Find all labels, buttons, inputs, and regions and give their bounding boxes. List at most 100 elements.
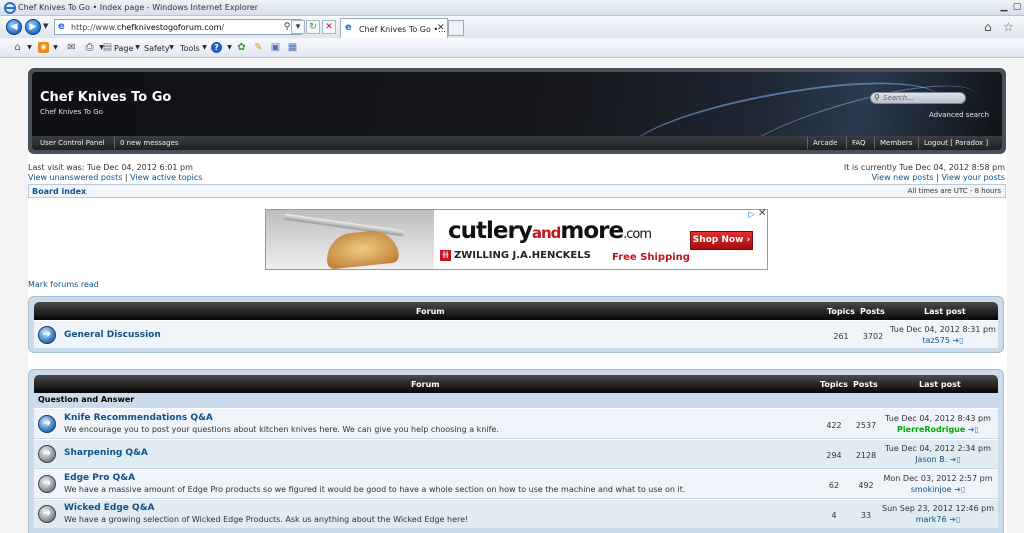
goto-post-icon[interactable]: ➜▯ bbox=[954, 485, 965, 494]
close-tab-icon[interactable]: ✕ bbox=[437, 23, 445, 33]
new-tab-button[interactable] bbox=[448, 20, 464, 36]
new-messages-link[interactable]: 0 new messages bbox=[120, 139, 178, 147]
col-posts: Posts bbox=[853, 380, 878, 389]
current-time-text: It is currently Tue Dec 04, 2012 8:58 pm bbox=[843, 163, 1005, 172]
research-icon[interactable]: ✿ bbox=[236, 42, 247, 53]
board-index-link[interactable]: Board index bbox=[32, 187, 86, 196]
tab-label: Chef Knives To Go •... bbox=[359, 25, 446, 34]
faq-link[interactable]: FAQ bbox=[852, 139, 866, 147]
forum-row: ➜ General Discussion 261 3702 Tue Dec 04… bbox=[34, 320, 998, 348]
forum-title-link[interactable]: Wicked Edge Q&A bbox=[64, 503, 155, 513]
extras-icon[interactable]: ▦ bbox=[287, 42, 298, 53]
refresh-icon[interactable]: ↻ bbox=[306, 20, 320, 34]
last-post-author[interactable]: PierreRodrigue bbox=[897, 425, 965, 434]
goto-post-icon[interactable]: ➜▯ bbox=[952, 336, 963, 345]
last-post: Mon Dec 03, 2012 2:57 pm smokinjoe ➜▯ bbox=[883, 474, 993, 494]
tab-page-icon: e bbox=[345, 22, 352, 33]
tools-dropdown-icon[interactable]: ▼ bbox=[199, 42, 210, 53]
page-menu-icon: ▤ bbox=[102, 42, 113, 53]
col-forum: Forum bbox=[411, 380, 440, 389]
quick-links-right: View new posts | View your posts bbox=[871, 173, 1005, 182]
search-box[interactable]: ⚲ Search… bbox=[870, 92, 966, 104]
minimize-icon[interactable]: ▁ bbox=[998, 2, 1010, 13]
close-ad-icon[interactable]: ✕ bbox=[758, 208, 766, 219]
adchoices-icon[interactable]: ▷ bbox=[748, 210, 755, 220]
ad-maker: ZWILLING J.A.HENCKELS bbox=[454, 250, 591, 261]
col-topics: Topics bbox=[820, 380, 848, 389]
home-dropdown-icon[interactable]: ▼ bbox=[24, 42, 35, 53]
forward-button[interactable]: ▶ bbox=[25, 19, 41, 35]
home-small-icon[interactable]: ⌂ bbox=[12, 42, 23, 53]
col-topics: Topics bbox=[827, 307, 855, 316]
logout-link[interactable]: Logout [ Paradox ] bbox=[924, 139, 988, 147]
goto-post-icon[interactable]: ➜▯ bbox=[949, 515, 960, 524]
members-link[interactable]: Members bbox=[880, 139, 912, 147]
browser-tab[interactable]: e Chef Knives To Go •... ✕ bbox=[340, 18, 448, 38]
forum-table-header: Forum Topics Posts Last post bbox=[34, 302, 998, 320]
forum-description: We encourage you to post your questions … bbox=[64, 425, 499, 434]
topics-count: 294 bbox=[826, 451, 842, 460]
quick-links-left: View unanswered posts | View active topi… bbox=[28, 173, 203, 182]
help-icon[interactable]: ? bbox=[211, 42, 222, 53]
feeds-dropdown-icon[interactable]: ▼ bbox=[50, 42, 61, 53]
shop-now-button[interactable]: Shop Now › bbox=[690, 231, 753, 250]
favorites-icon[interactable]: ☆ bbox=[1003, 20, 1014, 34]
your-posts-link[interactable]: View your posts bbox=[941, 173, 1005, 182]
last-post-author[interactable]: Jason B. bbox=[915, 455, 947, 464]
forum-arrow-icon: ➜ bbox=[38, 505, 56, 523]
maximize-icon[interactable]: ▢ bbox=[1011, 2, 1023, 13]
forum-title-link[interactable]: Knife Recommendations Q&A bbox=[64, 413, 213, 423]
addon-icon[interactable]: ▣ bbox=[270, 42, 281, 53]
address-url: http://www.chefknivestogoforum.com/ bbox=[71, 23, 225, 32]
mail-icon[interactable]: ✉ bbox=[66, 42, 77, 53]
safety-dropdown-icon[interactable]: ▼ bbox=[166, 42, 177, 53]
ad-banner[interactable]: cutleryandmore.com 卌 ZWILLING J.A.HENCKE… bbox=[265, 209, 768, 270]
pencil-icon[interactable]: ✎ bbox=[253, 42, 264, 53]
active-topics-link[interactable]: View active topics bbox=[130, 173, 202, 182]
new-posts-link[interactable]: View new posts bbox=[872, 173, 934, 182]
goto-post-icon[interactable]: ➜▯ bbox=[968, 425, 979, 434]
user-control-panel-link[interactable]: User Control Panel bbox=[40, 139, 105, 147]
last-post-author[interactable]: smokinjoe bbox=[911, 485, 952, 494]
category-title: Question and Answer bbox=[38, 395, 135, 404]
forum-arrow-icon: ➜ bbox=[38, 326, 56, 344]
ie-logo-icon bbox=[4, 2, 16, 14]
topics-count: 422 bbox=[826, 421, 842, 430]
forum-table-header: Forum Topics Posts Last post bbox=[34, 375, 998, 393]
home-icon[interactable]: ⌂ bbox=[984, 20, 992, 34]
print-icon[interactable]: ⎙ bbox=[84, 42, 95, 53]
page-dropdown-icon[interactable]: ▼ bbox=[132, 42, 143, 53]
col-last-post: Last post bbox=[919, 380, 961, 389]
mark-forums-read-link[interactable]: Mark forums read bbox=[28, 280, 99, 289]
tools-menu[interactable]: Tools bbox=[180, 44, 200, 53]
unanswered-posts-link[interactable]: View unanswered posts bbox=[28, 173, 122, 182]
page-menu[interactable]: Page bbox=[114, 44, 133, 53]
stop-icon[interactable]: ✕ bbox=[322, 20, 336, 34]
last-post: Tue Dec 04, 2012 8:43 pm PierreRodrigue … bbox=[885, 414, 991, 434]
forum-row: ➜ Edge Pro Q&A We have a massive amount … bbox=[34, 469, 998, 498]
arcade-link[interactable]: Arcade bbox=[813, 139, 837, 147]
feeds-icon[interactable]: ◉ bbox=[38, 42, 49, 53]
page-icon: e bbox=[58, 21, 65, 32]
header-nav-bar: User Control Panel 0 new messages Arcade… bbox=[32, 136, 1002, 150]
last-post-author[interactable]: taz575 bbox=[922, 336, 950, 345]
forum-title-link[interactable]: Sharpening Q&A bbox=[64, 448, 148, 458]
history-dropdown-icon[interactable]: ▼ bbox=[43, 22, 48, 30]
forum-panel-general: Forum Topics Posts Last post ➜ General D… bbox=[28, 296, 1004, 353]
site-name[interactable]: Chef Knives To Go bbox=[40, 90, 171, 105]
help-dropdown-icon[interactable]: ▼ bbox=[224, 42, 235, 53]
forum-description: We have a growing selection of Wicked Ed… bbox=[64, 515, 469, 524]
forum-title-link[interactable]: Edge Pro Q&A bbox=[64, 473, 135, 483]
goto-post-icon[interactable]: ➜▯ bbox=[950, 455, 961, 464]
forum-description: We have a massive amount of Edge Pro pro… bbox=[64, 485, 686, 494]
advanced-search-link[interactable]: Advanced search bbox=[929, 111, 989, 119]
forum-title-link[interactable]: General Discussion bbox=[64, 330, 161, 340]
forum-panel-qa: Forum Topics Posts Last post Question an… bbox=[28, 369, 1004, 533]
last-post-author[interactable]: mark76 bbox=[916, 515, 947, 524]
address-bar[interactable]: e http://www.chefknivestogoforum.com/ bbox=[54, 19, 302, 35]
back-button[interactable]: ◀ bbox=[6, 19, 22, 35]
forum-arrow-icon: ➜ bbox=[38, 475, 56, 493]
command-bar: ⌂ ▼ ◉ ▼ ✉ ⎙ ▼ ▤ Page ▼ Safety ▼ Tools ▼ … bbox=[0, 38, 1024, 58]
address-dropdown-icon[interactable]: ▾ bbox=[291, 20, 305, 34]
forum-row: ➜ Sharpening Q&A 294 2128 Tue Dec 04, 20… bbox=[34, 439, 998, 468]
